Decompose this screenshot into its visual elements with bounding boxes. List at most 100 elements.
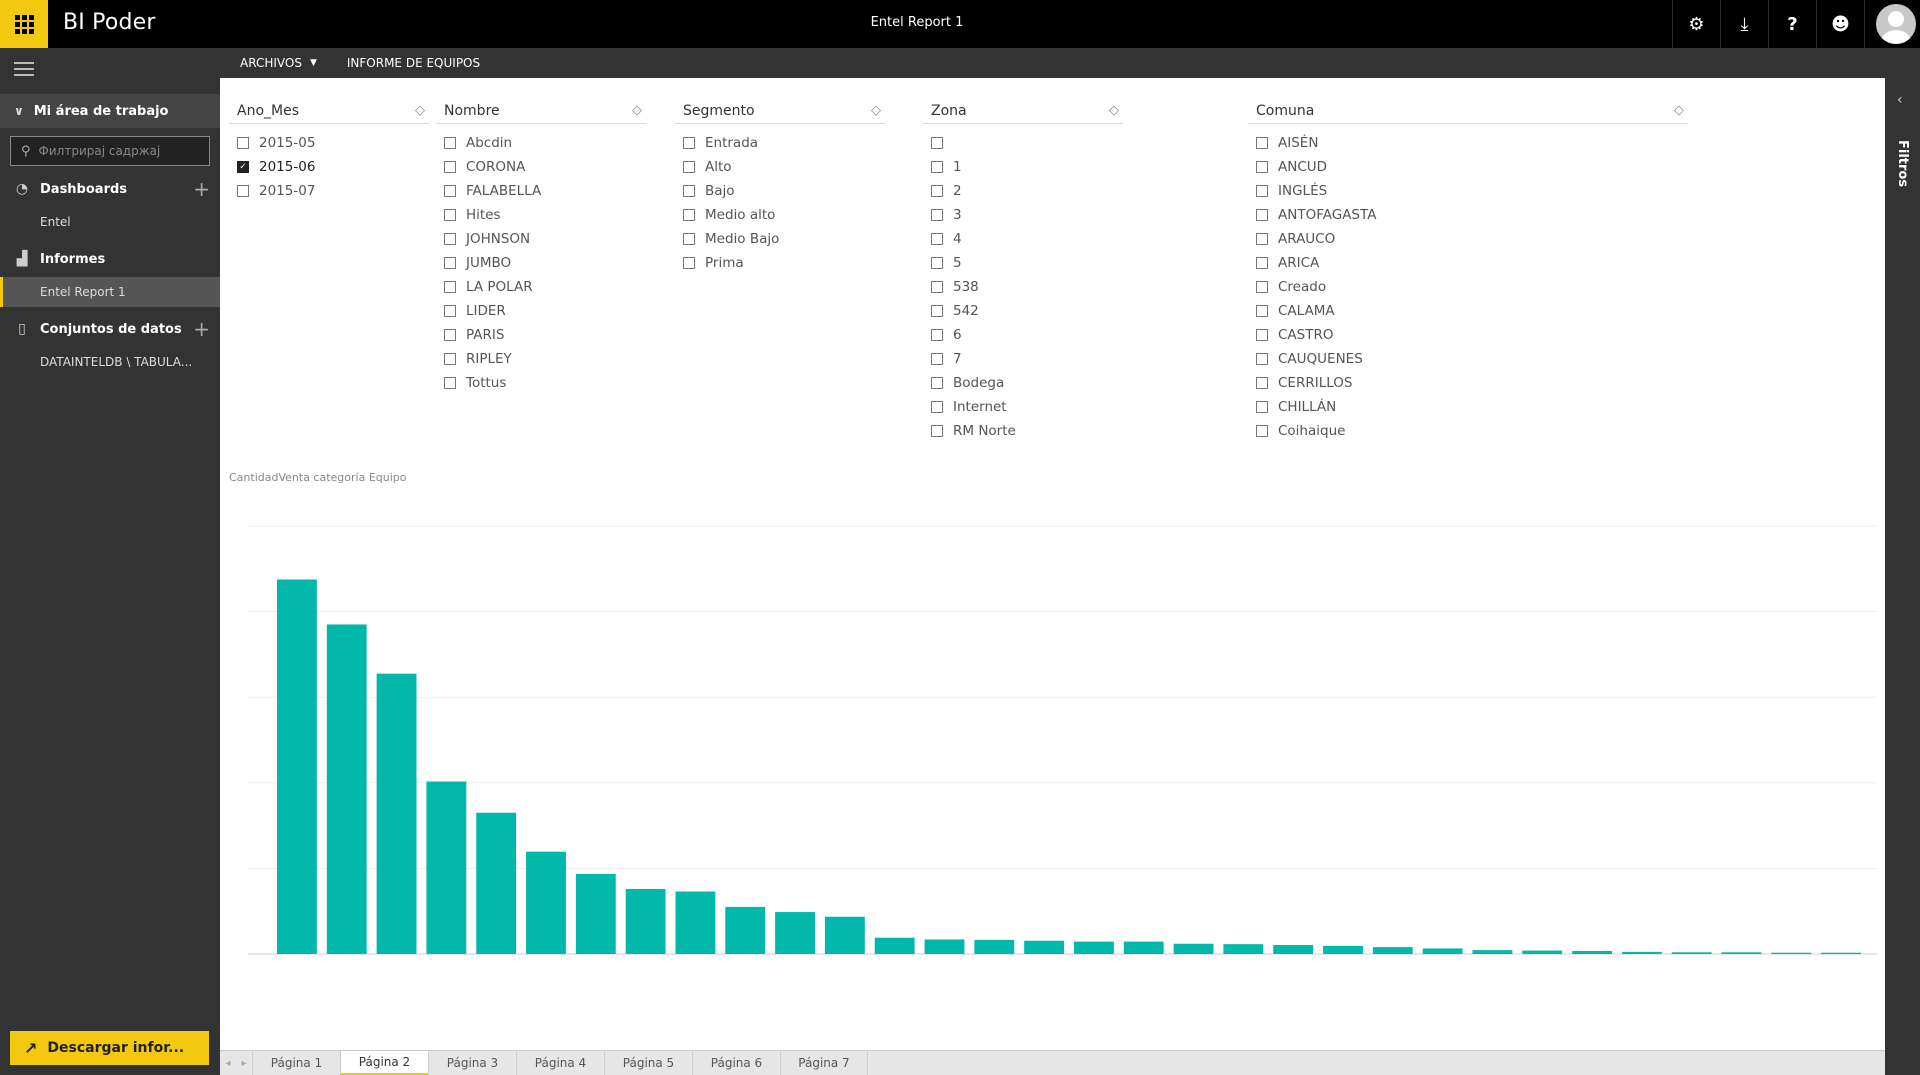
- checkbox[interactable]: [1256, 377, 1268, 389]
- checkbox[interactable]: [1256, 233, 1268, 245]
- slicer-option[interactable]: 5: [923, 251, 1123, 275]
- chart-bar[interactable]: [426, 781, 467, 954]
- slicer-option[interactable]: PARIS: [436, 323, 646, 347]
- chart-bar[interactable]: [326, 624, 367, 954]
- checkbox[interactable]: [683, 233, 695, 245]
- slicer-option[interactable]: 4: [923, 227, 1123, 251]
- slicer-option[interactable]: Bodega: [923, 371, 1123, 395]
- checkbox[interactable]: [1256, 425, 1268, 437]
- download-button[interactable]: ⤓: [1720, 0, 1768, 48]
- chart-bar[interactable]: [1024, 940, 1065, 954]
- tab-page-2[interactable]: Página 2: [340, 1051, 428, 1075]
- slicer-option[interactable]: 7: [923, 347, 1123, 371]
- slicer-option[interactable]: AISÉN: [1248, 131, 1688, 155]
- checkbox[interactable]: [237, 185, 249, 197]
- tab-next-icon[interactable]: ▸: [236, 1051, 252, 1075]
- slicer-option[interactable]: Tottus: [436, 371, 646, 395]
- add-dashboard-icon[interactable]: +: [193, 177, 210, 201]
- help-button[interactable]: ?: [1768, 0, 1816, 48]
- checkbox[interactable]: [1256, 305, 1268, 317]
- search-box[interactable]: ⚲: [10, 136, 210, 166]
- slicer-option[interactable]: ANCUD: [1248, 155, 1688, 179]
- chart-bar[interactable]: [625, 888, 666, 954]
- checkbox[interactable]: [444, 377, 456, 389]
- checkbox[interactable]: [444, 185, 456, 197]
- chart-bar[interactable]: [1721, 952, 1762, 954]
- chart-bar[interactable]: [476, 812, 517, 954]
- slicer-option[interactable]: FALABELLA: [436, 179, 646, 203]
- chart-bar[interactable]: [824, 916, 865, 954]
- eraser-icon[interactable]: ◇: [871, 103, 885, 118]
- checkbox[interactable]: [444, 281, 456, 293]
- tab-page-4[interactable]: Página 4: [516, 1051, 604, 1075]
- checkbox[interactable]: [444, 233, 456, 245]
- add-dataset-icon[interactable]: +: [193, 317, 210, 341]
- slicer-option[interactable]: 6: [923, 323, 1123, 347]
- workspace-header[interactable]: ∨ Mi área de trabajo: [0, 94, 220, 128]
- checkbox[interactable]: [1256, 353, 1268, 365]
- hamburger-menu-icon[interactable]: [14, 62, 34, 80]
- chart-bar[interactable]: [1522, 950, 1563, 954]
- checkbox[interactable]: [931, 353, 943, 365]
- sidebar-item-dataset[interactable]: DATAINTELDB \ TABULA...: [0, 347, 220, 377]
- tab-page-7[interactable]: Página 7: [780, 1051, 868, 1075]
- tab-page-5[interactable]: Página 5: [604, 1051, 692, 1075]
- avatar[interactable]: [1876, 4, 1916, 44]
- report-name[interactable]: INFORME DE EQUIPOS: [347, 56, 480, 70]
- checkbox[interactable]: [683, 161, 695, 173]
- slicer-option[interactable]: JOHNSON: [436, 227, 646, 251]
- sidebar-reports-header[interactable]: ▟ Informes: [0, 244, 220, 274]
- slicer-option[interactable]: Medio alto: [675, 203, 885, 227]
- checkbox[interactable]: [1256, 281, 1268, 293]
- checkbox[interactable]: [931, 233, 943, 245]
- chart-bar[interactable]: [1223, 944, 1264, 954]
- checkbox[interactable]: [444, 353, 456, 365]
- chart-bar[interactable]: [1273, 945, 1314, 954]
- chart-bar[interactable]: [1821, 952, 1862, 954]
- eraser-icon[interactable]: ◇: [415, 103, 429, 118]
- checkbox[interactable]: [444, 137, 456, 149]
- tab-page-3[interactable]: Página 3: [428, 1051, 516, 1075]
- checkbox[interactable]: [444, 305, 456, 317]
- filters-pane[interactable]: ‹ Filtros: [1885, 78, 1920, 1075]
- slicer-option[interactable]: Internet: [923, 395, 1123, 419]
- chart-bar[interactable]: [1323, 945, 1363, 954]
- chart-bar[interactable]: [974, 939, 1015, 954]
- slicer-option[interactable]: INGLÉS: [1248, 179, 1688, 203]
- checkbox[interactable]: [683, 257, 695, 269]
- sidebar-item-entel-report-1[interactable]: Entel Report 1: [0, 277, 220, 307]
- tab-page-6[interactable]: Página 6: [692, 1051, 780, 1075]
- checkbox[interactable]: [1256, 137, 1268, 149]
- checkbox[interactable]: [931, 329, 943, 341]
- chart-bar[interactable]: [376, 673, 417, 954]
- chart-bar[interactable]: [675, 891, 716, 954]
- checkbox-checked[interactable]: ✓: [237, 161, 249, 173]
- checkbox[interactable]: [931, 281, 943, 293]
- checkbox[interactable]: [1256, 185, 1268, 197]
- checkbox[interactable]: [931, 209, 943, 221]
- checkbox[interactable]: [237, 137, 249, 149]
- settings-button[interactable]: ⚙: [1672, 0, 1720, 48]
- eraser-icon[interactable]: ◇: [1109, 103, 1123, 118]
- sidebar-datasets-header[interactable]: ▯ Conjuntos de datos +: [0, 314, 220, 344]
- checkbox[interactable]: [931, 161, 943, 173]
- slicer-option[interactable]: Coihaique: [1248, 419, 1688, 443]
- checkbox[interactable]: [931, 257, 943, 269]
- slicer-option[interactable]: ARICA: [1248, 251, 1688, 275]
- slicer-option[interactable]: RM Norte: [923, 419, 1123, 443]
- slicer-option[interactable]: CHILLÁN: [1248, 395, 1688, 419]
- eraser-icon[interactable]: ◇: [1674, 103, 1688, 118]
- slicer-option[interactable]: RIPLEY: [436, 347, 646, 371]
- feedback-button[interactable]: ☻: [1816, 0, 1864, 48]
- checkbox[interactable]: [683, 185, 695, 197]
- checkbox[interactable]: [931, 401, 943, 413]
- slicer-option[interactable]: Abcdin: [436, 131, 646, 155]
- slicer-option[interactable]: 1: [923, 155, 1123, 179]
- checkbox[interactable]: [444, 329, 456, 341]
- sidebar-item-entel[interactable]: Entel: [0, 207, 220, 237]
- checkbox[interactable]: [1256, 329, 1268, 341]
- slicer-option[interactable]: ANTOFAGASTA: [1248, 203, 1688, 227]
- checkbox[interactable]: [931, 377, 943, 389]
- tab-page-1[interactable]: Página 1: [252, 1051, 340, 1075]
- slicer-option[interactable]: 3: [923, 203, 1123, 227]
